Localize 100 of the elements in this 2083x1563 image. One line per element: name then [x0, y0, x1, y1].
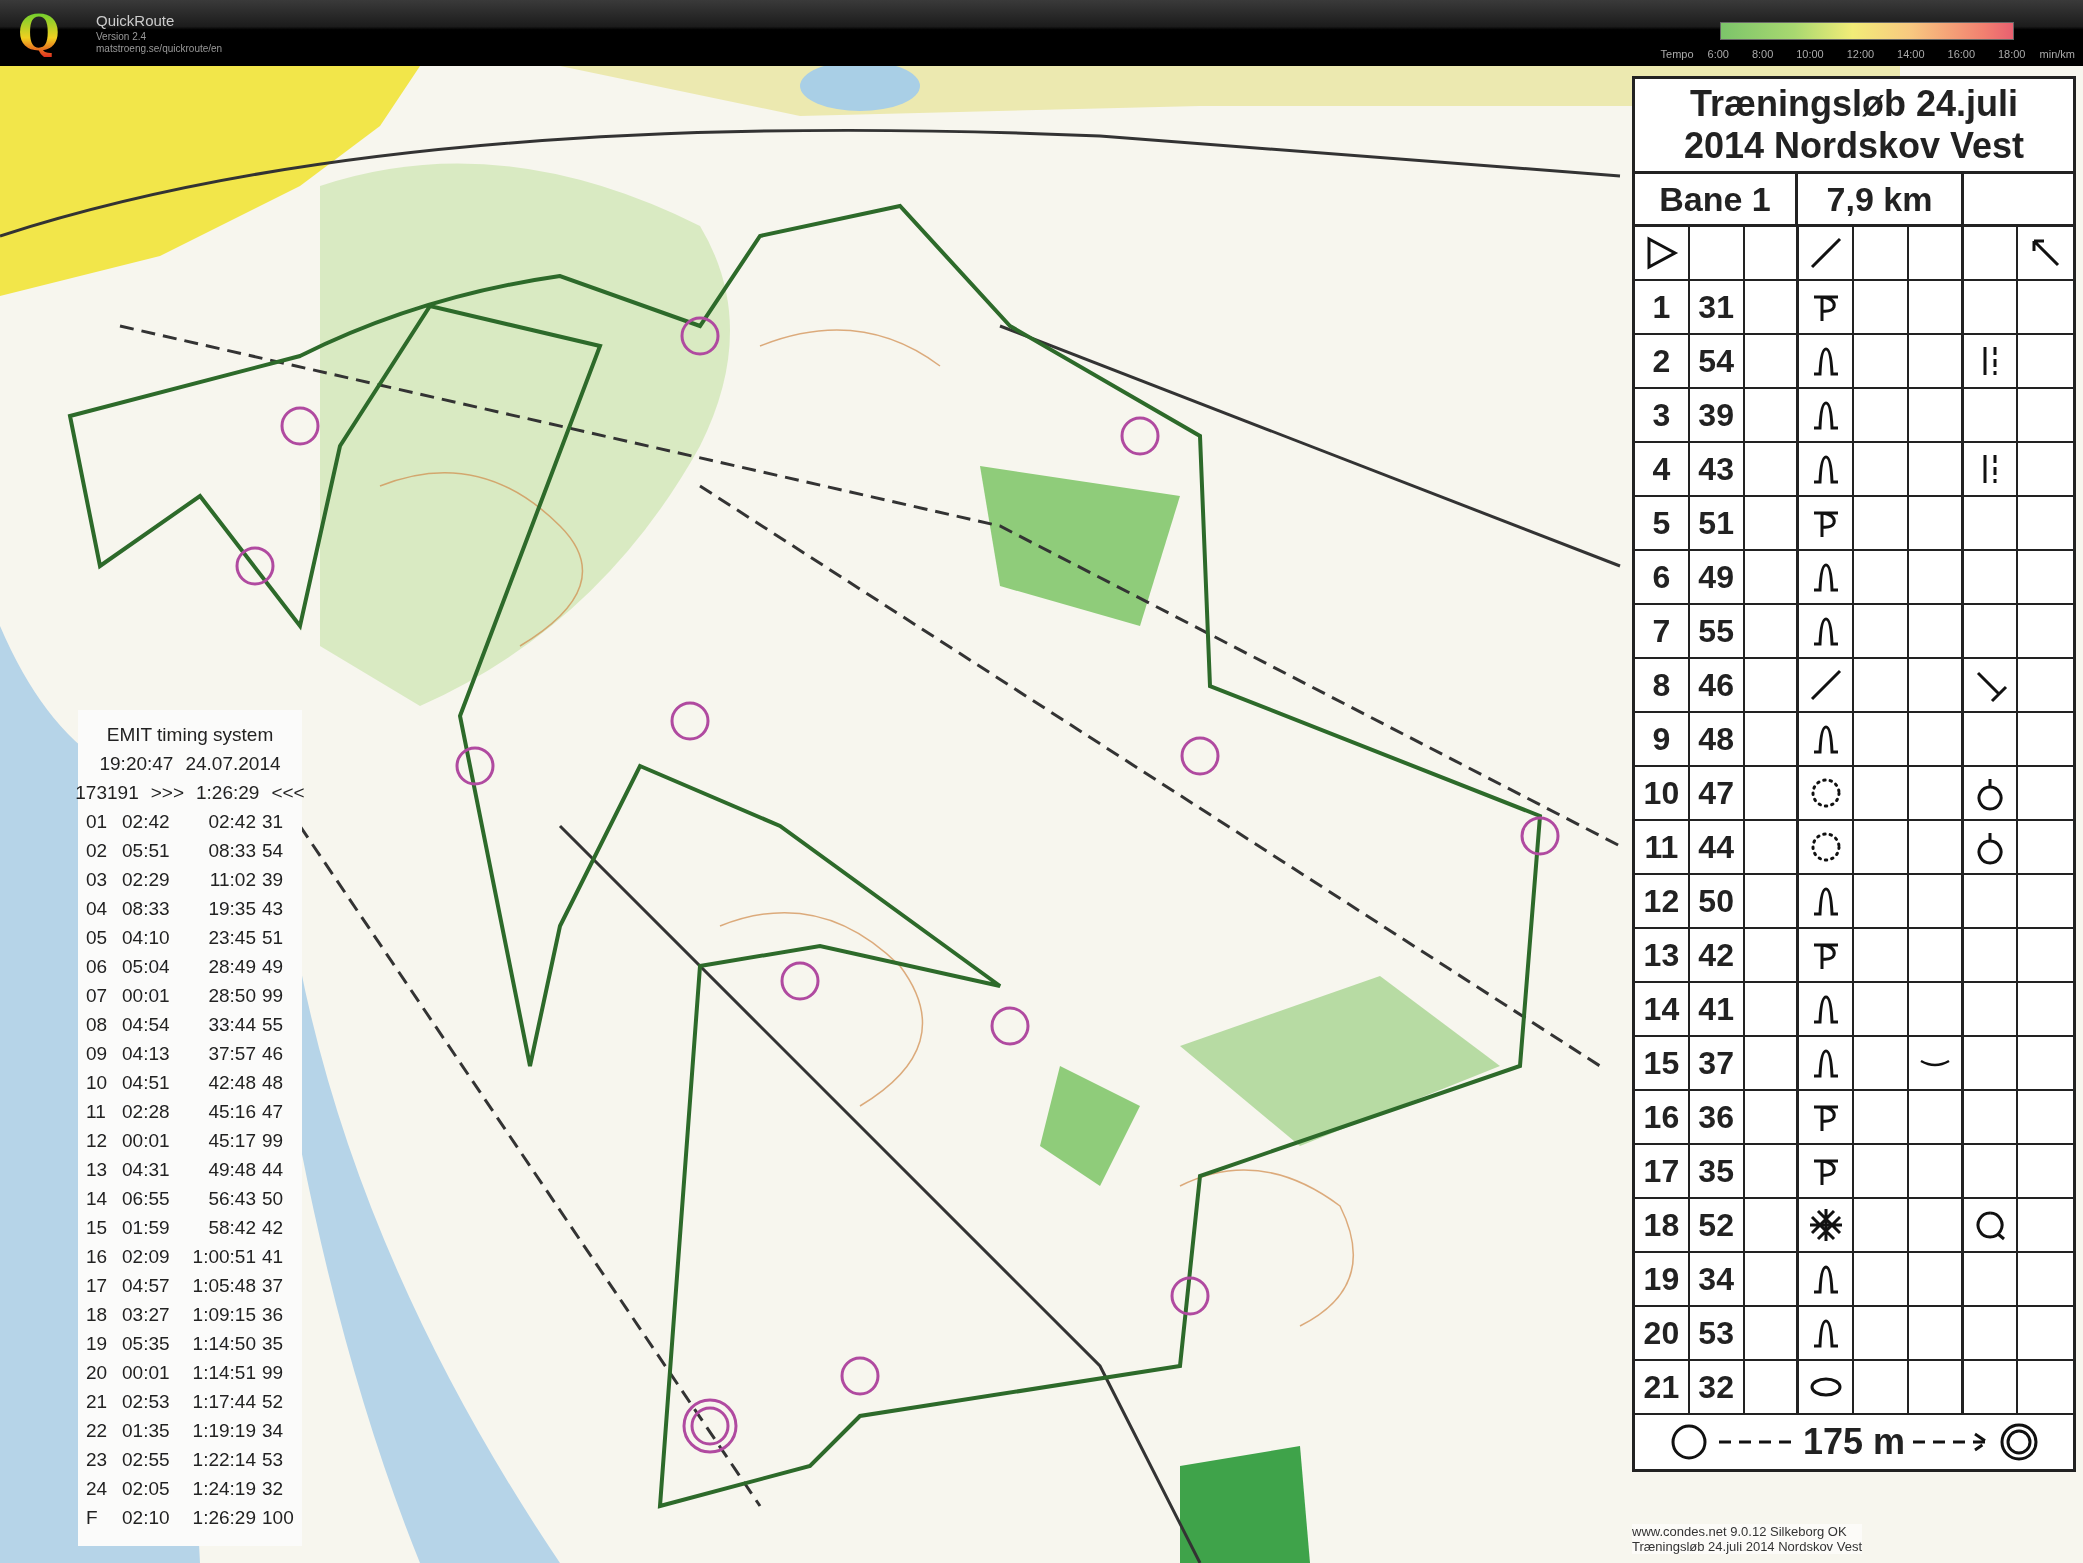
course-name: Bane 1 [1635, 174, 1798, 224]
control-number: 18 [1635, 1199, 1690, 1251]
receipt-control-code: 43 [262, 897, 285, 921]
receipt-leg: 02 [86, 839, 109, 863]
receipt-leg: 05 [86, 926, 109, 950]
receipt-control-code: 99 [262, 984, 285, 1008]
receipt-split-time: 04:57 [122, 1274, 171, 1298]
receipt-elapsed-time: 1:14:50 [191, 1332, 257, 1356]
receipt-split-time: 04:51 [122, 1071, 171, 1095]
receipt-control-code: 35 [262, 1332, 285, 1356]
control-number: 19 [1635, 1253, 1690, 1305]
receipt-elapsed-time: 45:17 [207, 1129, 257, 1153]
receipt-control-code: 52 [262, 1390, 285, 1414]
receipt-elapsed-time: 08:33 [207, 839, 257, 863]
receipt-leg: 20 [86, 1361, 109, 1385]
receipt-leg: 06 [86, 955, 109, 979]
tempo-tick-label: 12:00 [1846, 48, 1875, 60]
tempo-tick-label: 18:00 [1997, 48, 2026, 60]
receipt-elapsed-time: 1:19:19 [191, 1419, 257, 1443]
receipt-title: EMIT timing system [105, 723, 275, 747]
control-code: 50 [1689, 875, 1745, 927]
receipt-elapsed-time: 1:22:14 [191, 1448, 257, 1472]
receipt-elapsed-time: 1:24:19 [191, 1477, 257, 1501]
receipt-split-time: 04:31 [122, 1158, 171, 1182]
control-number: 20 [1635, 1307, 1690, 1359]
event-title-line: 2014 Nordskov Vest [1683, 125, 2025, 167]
receipt-control-code: 48 [262, 1071, 285, 1095]
receipt-elapsed-time: 1:14:51 [191, 1361, 257, 1385]
receipt-split-time: 00:01 [122, 984, 171, 1008]
receipt-split-time: 05:35 [122, 1332, 171, 1356]
control-code: 53 [1689, 1307, 1745, 1359]
control-number: 16 [1635, 1091, 1690, 1143]
control-code: 34 [1689, 1253, 1745, 1305]
receipt-time: 19:20:47 [99, 752, 174, 776]
control-number: 8 [1635, 659, 1690, 711]
receipt-split-time: 04:54 [122, 1013, 171, 1037]
receipt-control-code: 100 [262, 1506, 294, 1530]
receipt-elapsed-time: 56:43 [207, 1187, 257, 1211]
curve-symbol-icon [1918, 1058, 1951, 1068]
receipt-elapsed-time: 33:44 [207, 1013, 257, 1037]
control-number: 15 [1635, 1037, 1690, 1089]
receipt-leg: 21 [86, 1390, 109, 1414]
receipt-control-code: 53 [262, 1448, 285, 1472]
receipt-split-time: 04:10 [122, 926, 171, 950]
receipt-split-time: 04:13 [122, 1042, 171, 1066]
receipt-split-time: 00:01 [122, 1129, 171, 1153]
receipt-split-time: 01:35 [122, 1419, 171, 1443]
event-title-line: Træningsløb 24.juli [1689, 83, 2018, 125]
tempo-tick-label: 8:00 [1751, 48, 1774, 60]
receipt-control-code: 50 [262, 1187, 285, 1211]
control-code: 54 [1689, 335, 1745, 387]
receipt-control-code: 36 [262, 1303, 285, 1327]
control-code: 55 [1689, 605, 1745, 657]
receipt-leg: 16 [86, 1245, 109, 1269]
control-number: 9 [1635, 713, 1690, 765]
control-code: 31 [1689, 281, 1745, 333]
receipt-leg: F [86, 1506, 99, 1530]
receipt-leg: 17 [86, 1274, 109, 1298]
control-number: 12 [1635, 875, 1690, 927]
receipt-elapsed-time: 1:09:15 [191, 1303, 257, 1327]
receipt-elapsed-time: 58:42 [207, 1216, 257, 1240]
receipt-control-code: 31 [262, 810, 285, 834]
tempo-tick-label: 16:00 [1947, 48, 1976, 60]
control-code: 44 [1689, 821, 1745, 873]
receipt-control-code: 46 [262, 1042, 285, 1066]
receipt-control-code: 54 [262, 839, 285, 863]
receipt-elapsed-time: 37:57 [207, 1042, 257, 1066]
receipt-leg: 11 [86, 1100, 107, 1124]
receipt-leg: 08 [86, 1013, 109, 1037]
receipt-elapsed-time: 1:05:48 [191, 1274, 257, 1298]
receipt-leg: 12 [86, 1129, 109, 1153]
control-number: 17 [1635, 1145, 1690, 1197]
map-footer-text: Træningsløb 24.juli 2014 Nordskov Vest [1632, 1539, 1863, 1554]
receipt-leg: 15 [86, 1216, 109, 1240]
receipt-elapsed-time: 23:45 [207, 926, 257, 950]
control-code: 46 [1689, 659, 1745, 711]
tempo-tick-label: 6:00 [1707, 48, 1729, 60]
receipt-elapsed-time: 28:50 [207, 984, 257, 1008]
receipt-split-time: 02:09 [122, 1245, 171, 1269]
receipt-control-code: 42 [262, 1216, 285, 1240]
receipt-elapsed-time: 1:17:44 [191, 1390, 257, 1414]
receipt-split-time: 02:53 [122, 1390, 171, 1414]
receipt-leg: 24 [86, 1477, 109, 1501]
receipt-total-time: 1:26:29 [196, 781, 260, 805]
receipt-elapsed-time: 19:35 [207, 897, 257, 921]
receipt-control-code: 41 [262, 1245, 285, 1269]
receipt-control-code: 37 [262, 1274, 285, 1298]
tempo-unit: min/km [2039, 48, 2075, 60]
control-code: 43 [1689, 443, 1745, 495]
control-code: 49 [1689, 551, 1745, 603]
control-code: 35 [1689, 1145, 1745, 1197]
receipt-date: 24.07.2014 [185, 752, 281, 776]
receipt-split-time: 02:29 [122, 868, 171, 892]
receipt-elapsed-time: 45:16 [207, 1100, 257, 1124]
receipt-split-time: 03:27 [122, 1303, 171, 1327]
control-number: 7 [1635, 605, 1690, 657]
control-code: 47 [1689, 767, 1745, 819]
receipt-elapsed-time: 1:26:29 [191, 1506, 257, 1530]
receipt-split-time: 08:33 [122, 897, 171, 921]
receipt-control-code: 34 [262, 1419, 285, 1443]
